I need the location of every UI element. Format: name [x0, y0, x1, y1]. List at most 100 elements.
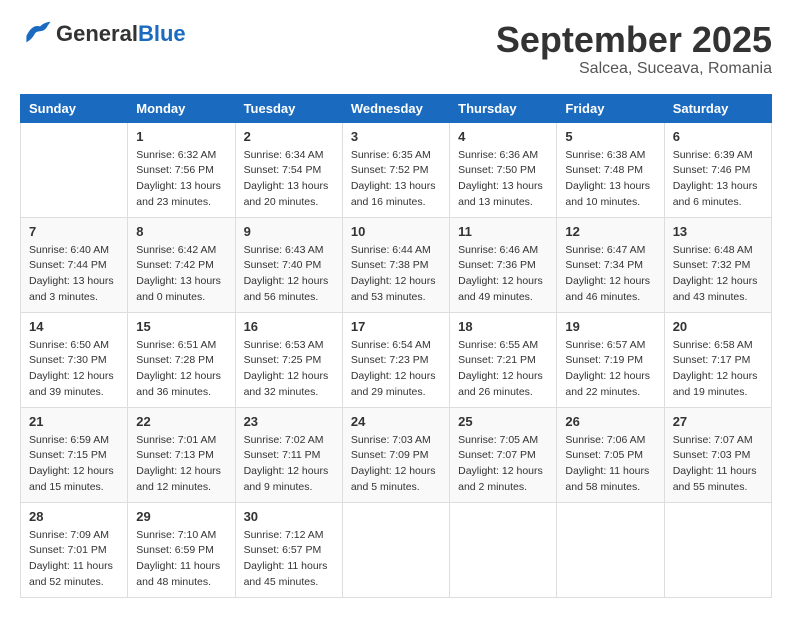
day-number: 28 — [29, 509, 119, 524]
calendar-day-cell: 2 Sunrise: 6:34 AMSunset: 7:54 PMDaylight… — [235, 122, 342, 217]
weekday-header: Friday — [557, 94, 664, 122]
calendar-day-cell: 17 Sunrise: 6:54 AMSunset: 7:23 PMDayligh… — [342, 312, 449, 407]
calendar-day-cell: 19 Sunrise: 6:57 AMSunset: 7:19 PMDayligh… — [557, 312, 664, 407]
day-number: 10 — [351, 224, 441, 239]
calendar-day-cell: 21Sunrise: 6:59 AMSunset: 7:15 PMDayligh… — [21, 407, 128, 502]
day-info: Sunrise: 6:54 AMSunset: 7:23 PMDaylight:… — [351, 338, 441, 401]
day-number: 2 — [244, 129, 334, 144]
day-number: 16 — [244, 319, 334, 334]
day-info: Sunrise: 7:02 AMSunset: 7:11 PMDaylight:… — [244, 433, 334, 496]
weekday-header: Tuesday — [235, 94, 342, 122]
day-number: 22 — [136, 414, 226, 429]
day-info: Sunrise: 7:03 AMSunset: 7:09 PMDaylight:… — [351, 433, 441, 496]
day-info: Sunrise: 6:47 AMSunset: 7:34 PMDaylight:… — [565, 243, 655, 306]
calendar-day-cell — [21, 122, 128, 217]
logo-text: GeneralBlue — [56, 22, 186, 46]
calendar-day-cell: 5 Sunrise: 6:38 AMSunset: 7:48 PMDaylight… — [557, 122, 664, 217]
day-info: Sunrise: 6:58 AMSunset: 7:17 PMDaylight:… — [673, 338, 763, 401]
day-number: 25 — [458, 414, 548, 429]
calendar-day-cell: 1 Sunrise: 6:32 AMSunset: 7:56 PMDaylight… — [128, 122, 235, 217]
day-info: Sunrise: 6:59 AMSunset: 7:15 PMDaylight:… — [29, 433, 119, 496]
calendar-day-cell: 13 Sunrise: 6:48 AMSunset: 7:32 PMDayligh… — [664, 217, 771, 312]
calendar-day-cell — [557, 502, 664, 597]
calendar-day-cell: 4Sunrise: 6:36 AMSunset: 7:50 PMDaylight… — [450, 122, 557, 217]
day-number: 26 — [565, 414, 655, 429]
day-info: Sunrise: 7:05 AMSunset: 7:07 PMDaylight:… — [458, 433, 548, 496]
day-number: 4 — [458, 129, 548, 144]
calendar-day-cell: 29 Sunrise: 7:10 AMSunset: 6:59 PMDayligh… — [128, 502, 235, 597]
day-info: Sunrise: 6:51 AMSunset: 7:28 PMDaylight:… — [136, 338, 226, 401]
day-info: Sunrise: 6:35 AMSunset: 7:52 PMDaylight:… — [351, 148, 441, 211]
day-info: Sunrise: 7:06 AMSunset: 7:05 PMDaylight:… — [565, 433, 655, 496]
weekday-header: Saturday — [664, 94, 771, 122]
day-number: 3 — [351, 129, 441, 144]
logo: GeneralBlue — [20, 20, 186, 48]
day-info: Sunrise: 6:44 AMSunset: 7:38 PMDaylight:… — [351, 243, 441, 306]
day-info: Sunrise: 6:46 AMSunset: 7:36 PMDaylight:… — [458, 243, 548, 306]
day-info: Sunrise: 6:32 AMSunset: 7:56 PMDaylight:… — [136, 148, 226, 211]
calendar-week-row: 21Sunrise: 6:59 AMSunset: 7:15 PMDayligh… — [21, 407, 772, 502]
calendar-day-cell: 8Sunrise: 6:42 AMSunset: 7:42 PMDaylight… — [128, 217, 235, 312]
weekday-header: Wednesday — [342, 94, 449, 122]
day-number: 9 — [244, 224, 334, 239]
calendar-day-cell: 24 Sunrise: 7:03 AMSunset: 7:09 PMDayligh… — [342, 407, 449, 502]
calendar-day-cell: 16 Sunrise: 6:53 AMSunset: 7:25 PMDayligh… — [235, 312, 342, 407]
day-info: Sunrise: 6:50 AMSunset: 7:30 PMDaylight:… — [29, 338, 119, 401]
calendar-day-cell: 28 Sunrise: 7:09 AMSunset: 7:01 PMDayligh… — [21, 502, 128, 597]
calendar-day-cell: 27 Sunrise: 7:07 AMSunset: 7:03 PMDayligh… — [664, 407, 771, 502]
day-number: 23 — [244, 414, 334, 429]
day-info: Sunrise: 6:34 AMSunset: 7:54 PMDaylight:… — [244, 148, 334, 211]
calendar-day-cell: 14 Sunrise: 6:50 AMSunset: 7:30 PMDayligh… — [21, 312, 128, 407]
day-info: Sunrise: 7:10 AMSunset: 6:59 PMDaylight:… — [136, 528, 226, 591]
day-number: 1 — [136, 129, 226, 144]
day-number: 13 — [673, 224, 763, 239]
calendar-day-cell: 15 Sunrise: 6:51 AMSunset: 7:28 PMDayligh… — [128, 312, 235, 407]
day-number: 12 — [565, 224, 655, 239]
calendar-header-row: SundayMondayTuesdayWednesdayThursdayFrid… — [21, 94, 772, 122]
weekday-header: Sunday — [21, 94, 128, 122]
calendar-day-cell: 25 Sunrise: 7:05 AMSunset: 7:07 PMDayligh… — [450, 407, 557, 502]
day-info: Sunrise: 6:43 AMSunset: 7:40 PMDaylight:… — [244, 243, 334, 306]
day-number: 29 — [136, 509, 226, 524]
day-info: Sunrise: 7:09 AMSunset: 7:01 PMDaylight:… — [29, 528, 119, 591]
day-number: 5 — [565, 129, 655, 144]
day-number: 19 — [565, 319, 655, 334]
day-number: 18 — [458, 319, 548, 334]
calendar-day-cell: 18Sunrise: 6:55 AMSunset: 7:21 PMDayligh… — [450, 312, 557, 407]
day-info: Sunrise: 7:07 AMSunset: 7:03 PMDaylight:… — [673, 433, 763, 496]
day-number: 24 — [351, 414, 441, 429]
day-info: Sunrise: 6:48 AMSunset: 7:32 PMDaylight:… — [673, 243, 763, 306]
calendar-day-cell: 10 Sunrise: 6:44 AMSunset: 7:38 PMDayligh… — [342, 217, 449, 312]
calendar-week-row: 14 Sunrise: 6:50 AMSunset: 7:30 PMDayligh… — [21, 312, 772, 407]
day-info: Sunrise: 7:01 AMSunset: 7:13 PMDaylight:… — [136, 433, 226, 496]
day-number: 20 — [673, 319, 763, 334]
calendar-day-cell: 3 Sunrise: 6:35 AMSunset: 7:52 PMDaylight… — [342, 122, 449, 217]
day-info: Sunrise: 6:39 AMSunset: 7:46 PMDaylight:… — [673, 148, 763, 211]
day-number: 14 — [29, 319, 119, 334]
calendar-table: SundayMondayTuesdayWednesdayThursdayFrid… — [20, 94, 772, 598]
calendar-day-cell: 9 Sunrise: 6:43 AMSunset: 7:40 PMDaylight… — [235, 217, 342, 312]
calendar-day-cell: 23 Sunrise: 7:02 AMSunset: 7:11 PMDayligh… — [235, 407, 342, 502]
day-number: 7 — [29, 224, 119, 239]
calendar-week-row: 1 Sunrise: 6:32 AMSunset: 7:56 PMDaylight… — [21, 122, 772, 217]
weekday-header: Monday — [128, 94, 235, 122]
calendar-day-cell — [450, 502, 557, 597]
day-info: Sunrise: 6:42 AMSunset: 7:42 PMDaylight:… — [136, 243, 226, 306]
page-header: GeneralBlue September 2025 Salcea, Sucea… — [20, 20, 772, 78]
day-number: 6 — [673, 129, 763, 144]
day-number: 27 — [673, 414, 763, 429]
calendar-day-cell: 22 Sunrise: 7:01 AMSunset: 7:13 PMDayligh… — [128, 407, 235, 502]
day-info: Sunrise: 6:57 AMSunset: 7:19 PMDaylight:… — [565, 338, 655, 401]
day-number: 15 — [136, 319, 226, 334]
day-number: 17 — [351, 319, 441, 334]
location-title: Salcea, Suceava, Romania — [496, 60, 772, 78]
day-info: Sunrise: 6:38 AMSunset: 7:48 PMDaylight:… — [565, 148, 655, 211]
day-number: 11 — [458, 224, 548, 239]
calendar-day-cell: 11 Sunrise: 6:46 AMSunset: 7:36 PMDayligh… — [450, 217, 557, 312]
calendar-day-cell: 6 Sunrise: 6:39 AMSunset: 7:46 PMDaylight… — [664, 122, 771, 217]
bird-icon — [20, 20, 52, 48]
day-number: 30 — [244, 509, 334, 524]
calendar-day-cell: 12 Sunrise: 6:47 AMSunset: 7:34 PMDayligh… — [557, 217, 664, 312]
calendar-day-cell: 20 Sunrise: 6:58 AMSunset: 7:17 PMDayligh… — [664, 312, 771, 407]
day-info: Sunrise: 6:53 AMSunset: 7:25 PMDaylight:… — [244, 338, 334, 401]
